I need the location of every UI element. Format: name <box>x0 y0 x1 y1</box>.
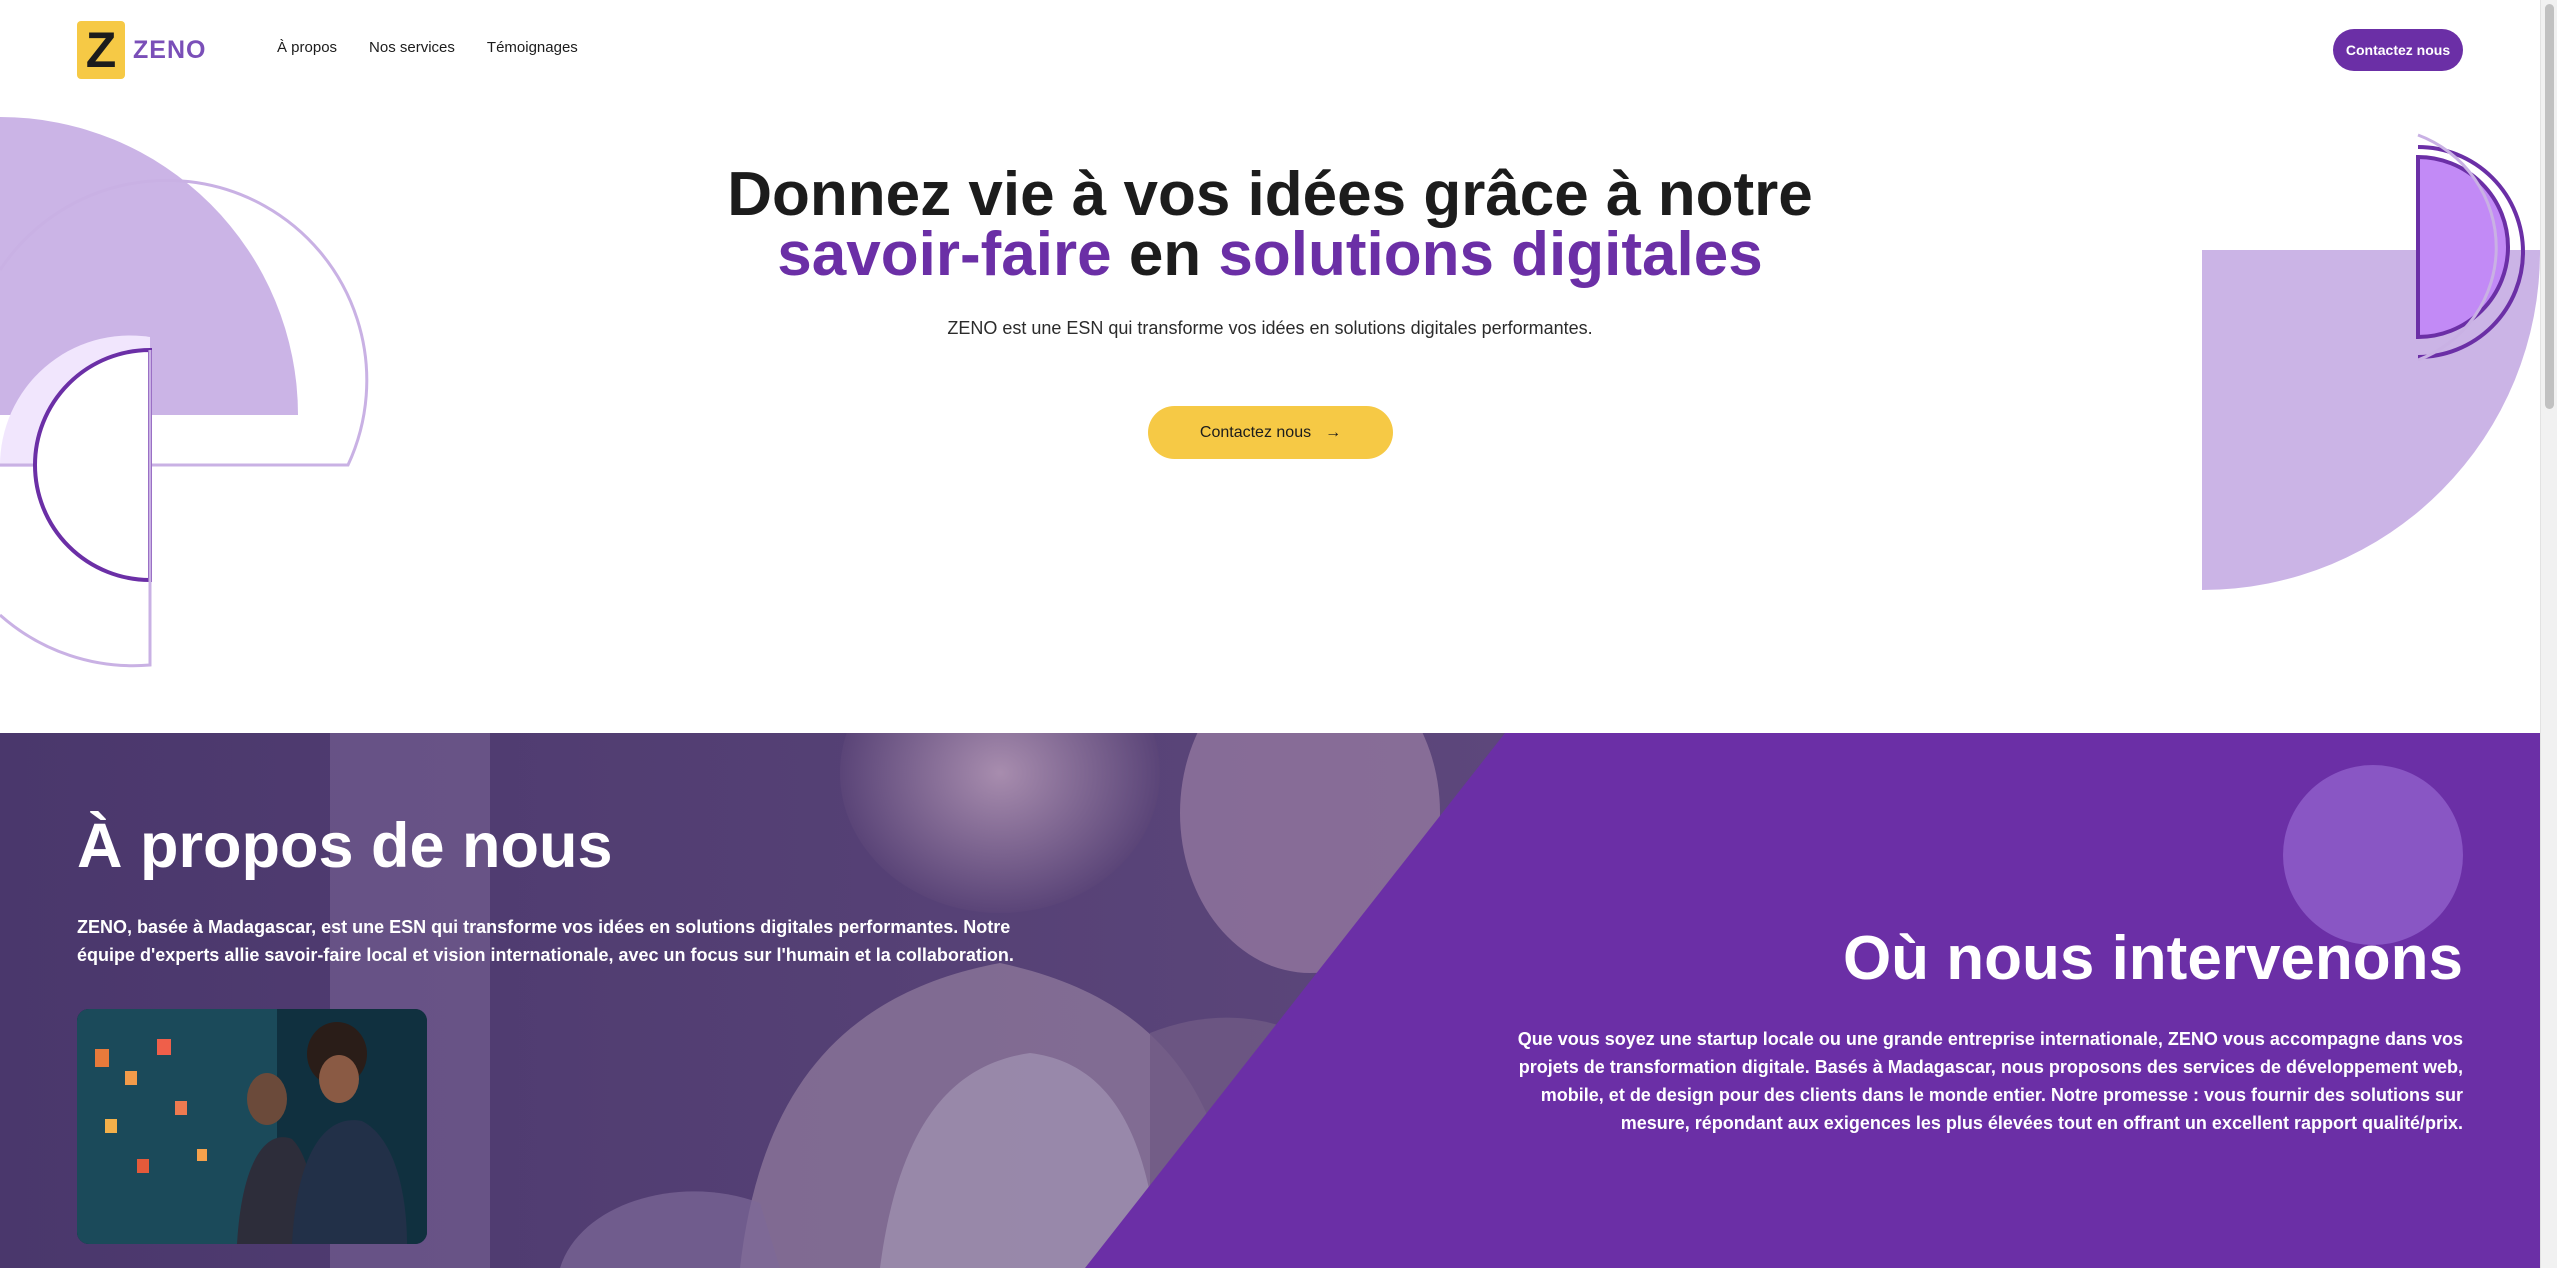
page-scrollbar[interactable] <box>2540 0 2557 1268</box>
about-where-section: À propos de nous ZENO, basée à Madagasca… <box>0 733 2540 1268</box>
nav-link-temoignages[interactable]: Témoignages <box>487 39 578 56</box>
arrow-right-icon: → <box>1325 423 1342 441</box>
logo-wordmark: ZENO <box>133 35 207 64</box>
hero-subtitle: ZENO est une ESN qui transforme vos idée… <box>947 318 1593 338</box>
scrollbar-thumb[interactable] <box>2545 4 2554 409</box>
where-title: Où nous intervenons <box>1842 924 2463 993</box>
hero-title: Donnez vie à vos idées grâce à notre sav… <box>0 164 2540 286</box>
top-navbar: Z ZENO À propos Nos services Témoignages… <box>0 0 2540 100</box>
decorative-circle <box>2283 765 2463 945</box>
hero-title-accent-1: savoir-faire <box>777 220 1112 289</box>
nav-link-a-propos[interactable]: À propos <box>277 39 337 56</box>
hero-title-mid: en <box>1128 220 1202 289</box>
team-photo <box>77 1009 427 1244</box>
logo-mark: Z <box>77 21 125 79</box>
zeno-logo[interactable]: Z ZENO <box>77 21 206 79</box>
nav-link-nos-services[interactable]: Nos services <box>369 39 455 56</box>
about-text: ZENO, basée à Madagascar, est une ESN qu… <box>77 917 1014 965</box>
nav-links: À propos Nos services Témoignages <box>277 39 578 56</box>
hero-title-accent-2: solutions digitales <box>1218 220 1763 289</box>
hero-contact-button[interactable]: Contactez nous → <box>1148 406 1393 459</box>
hero-title-line1: Donnez vie à vos idées grâce à notre <box>727 160 1813 229</box>
where-text: Que vous soyez une startup locale ou une… <box>1517 1029 2463 1133</box>
about-title: À propos de nous <box>77 811 613 881</box>
hero-contact-label: Contactez nous <box>1199 423 1312 441</box>
hero-section: Donnez vie à vos idées grâce à notre sav… <box>0 100 2540 733</box>
nav-contact-button[interactable]: Contactez nous <box>2333 29 2463 71</box>
